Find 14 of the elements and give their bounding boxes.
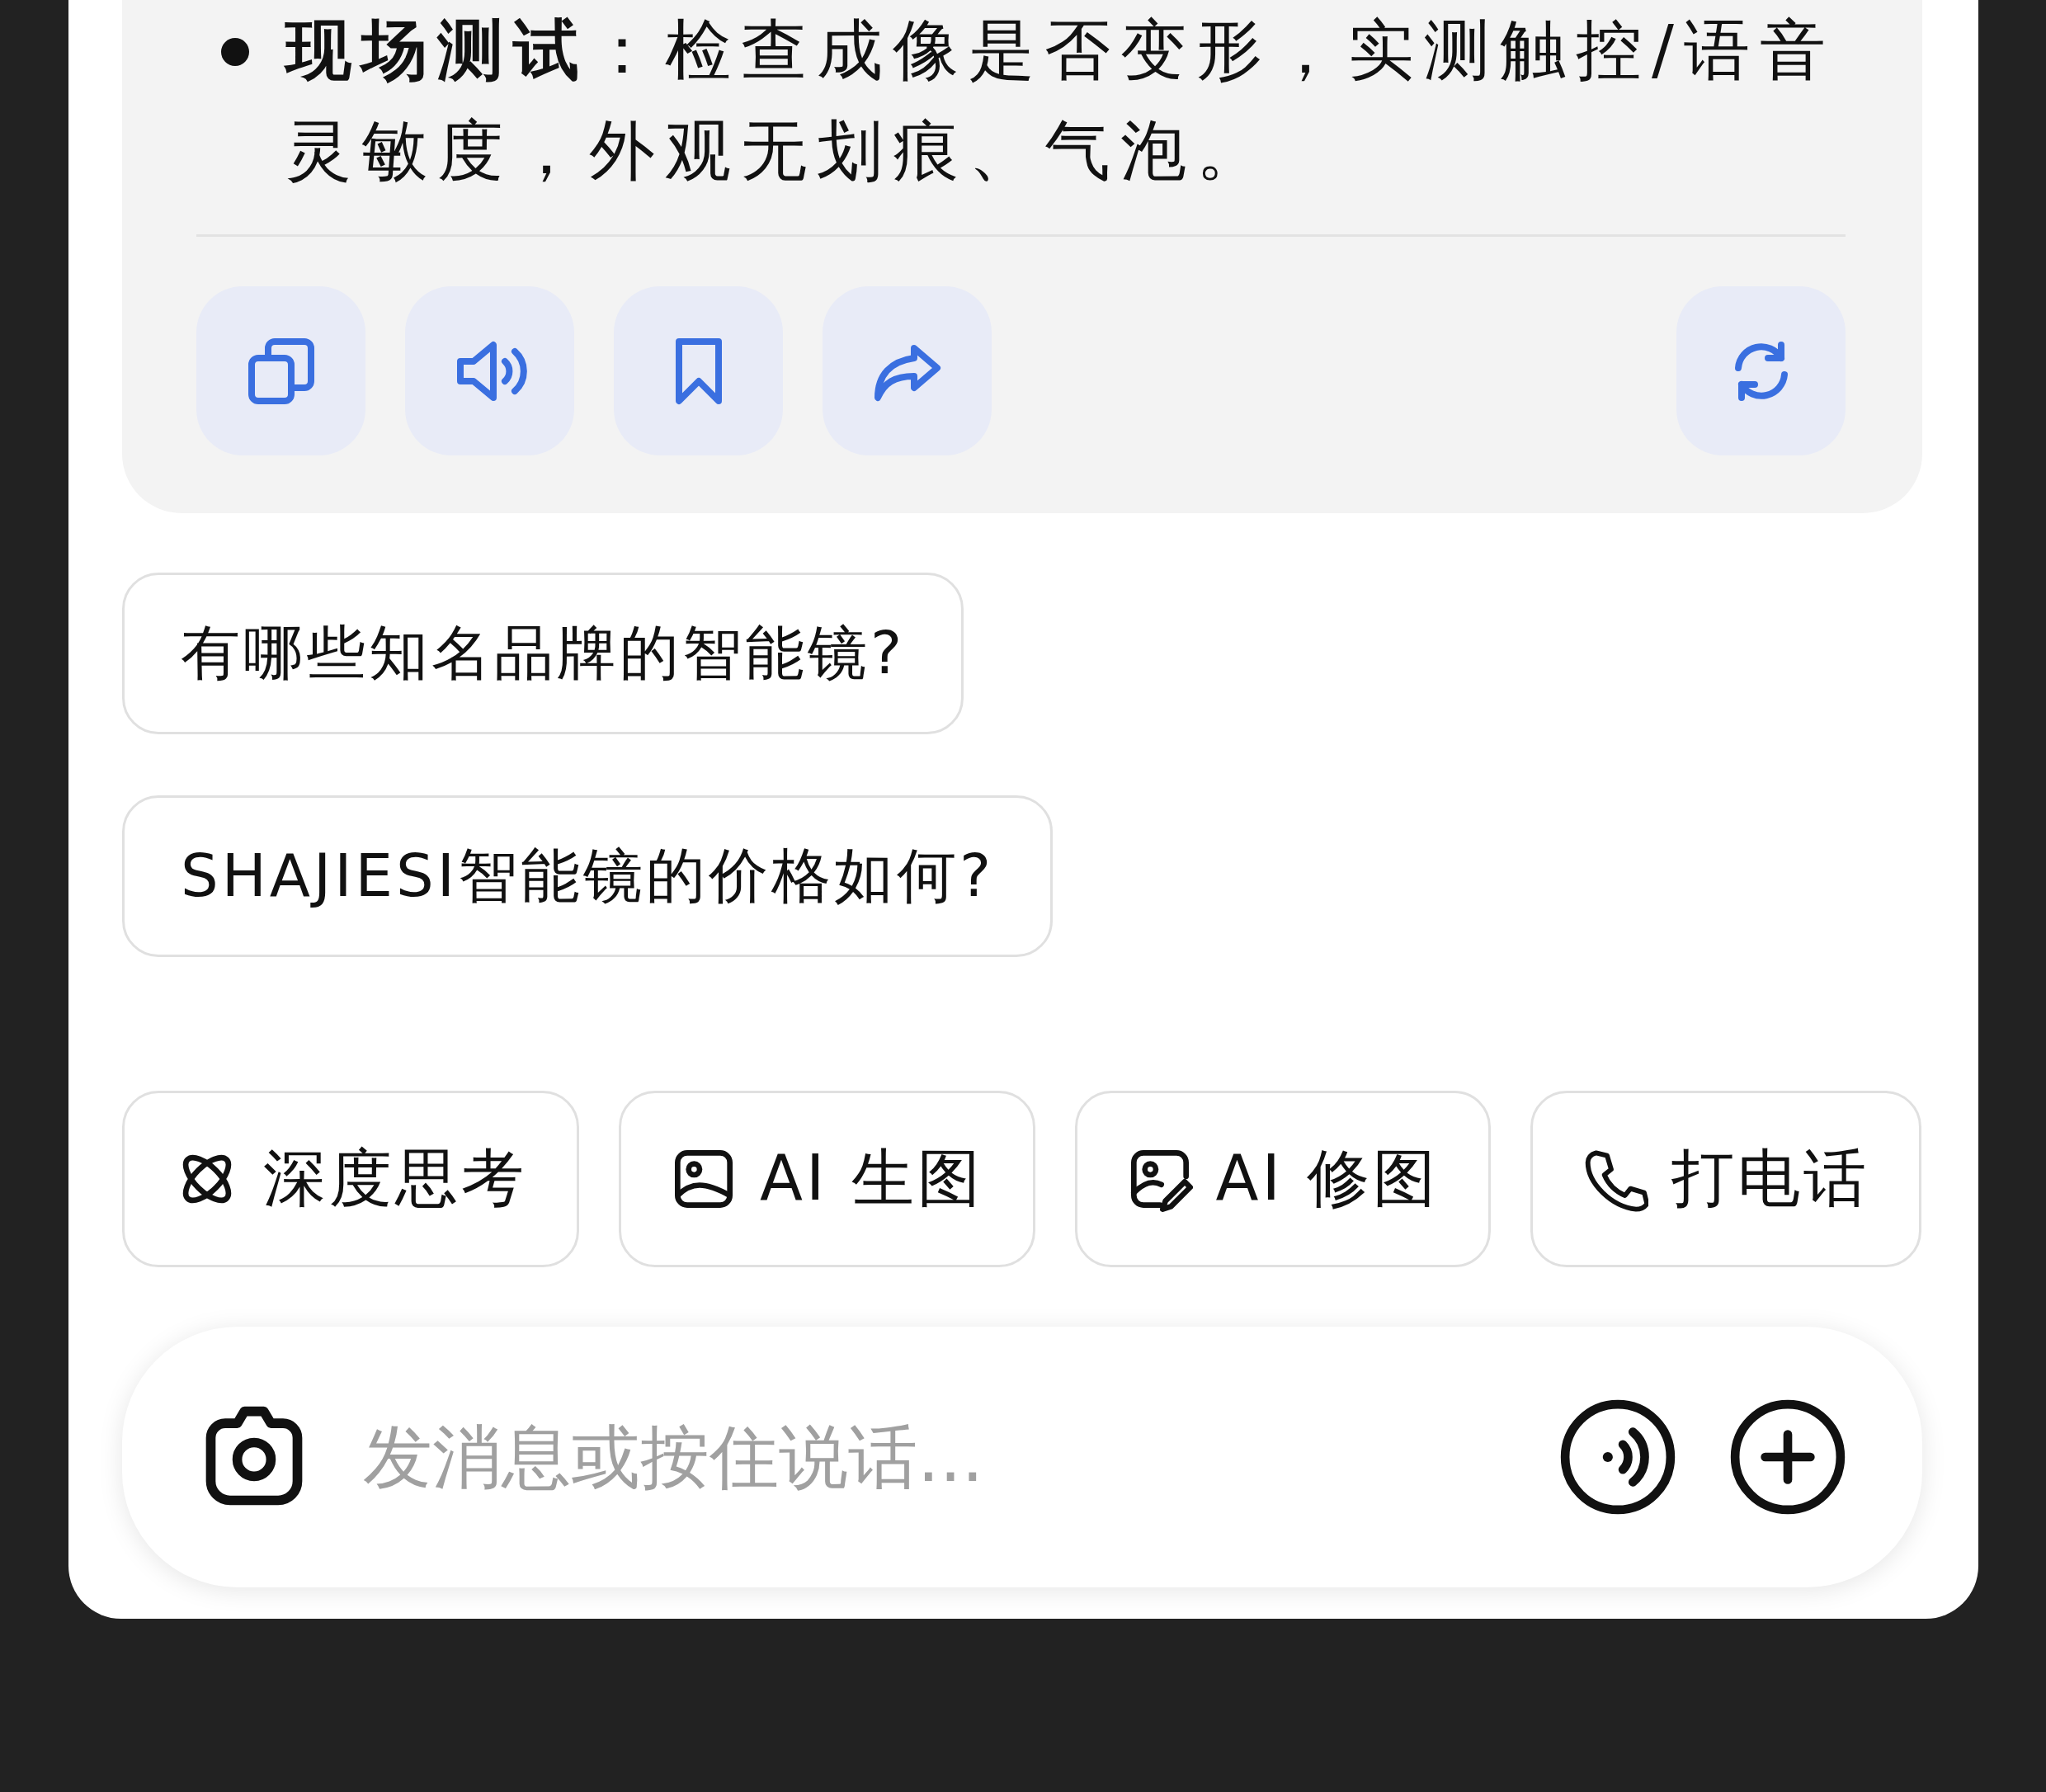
tool-button[interactable]: AI 修图 bbox=[1074, 1091, 1492, 1267]
tool-button[interactable]: AI 生图 bbox=[619, 1091, 1035, 1267]
message-field[interactable]: 发消息或按住说话... bbox=[361, 1416, 1508, 1498]
speak-button[interactable] bbox=[405, 286, 574, 455]
share-button[interactable] bbox=[823, 286, 992, 455]
tool-button[interactable]: 深度思考 bbox=[122, 1091, 579, 1267]
answer-text: 现场测试：检查成像是否变形，实测触控/语音灵敏度，外观无划痕、气泡。 bbox=[285, 11, 1836, 191]
tool-button[interactable]: 打电话 bbox=[1530, 1091, 1922, 1267]
suggestion-chip[interactable]: 有哪些知名品牌的智能镜? bbox=[122, 573, 964, 734]
regenerate-button[interactable] bbox=[1676, 286, 1846, 455]
copy-button[interactable] bbox=[196, 286, 365, 455]
bookmark-button[interactable] bbox=[614, 286, 783, 455]
bullet-icon bbox=[221, 38, 249, 66]
suggestion-chip[interactable]: SHAJIESI智能镜的价格如何? bbox=[122, 795, 1054, 957]
